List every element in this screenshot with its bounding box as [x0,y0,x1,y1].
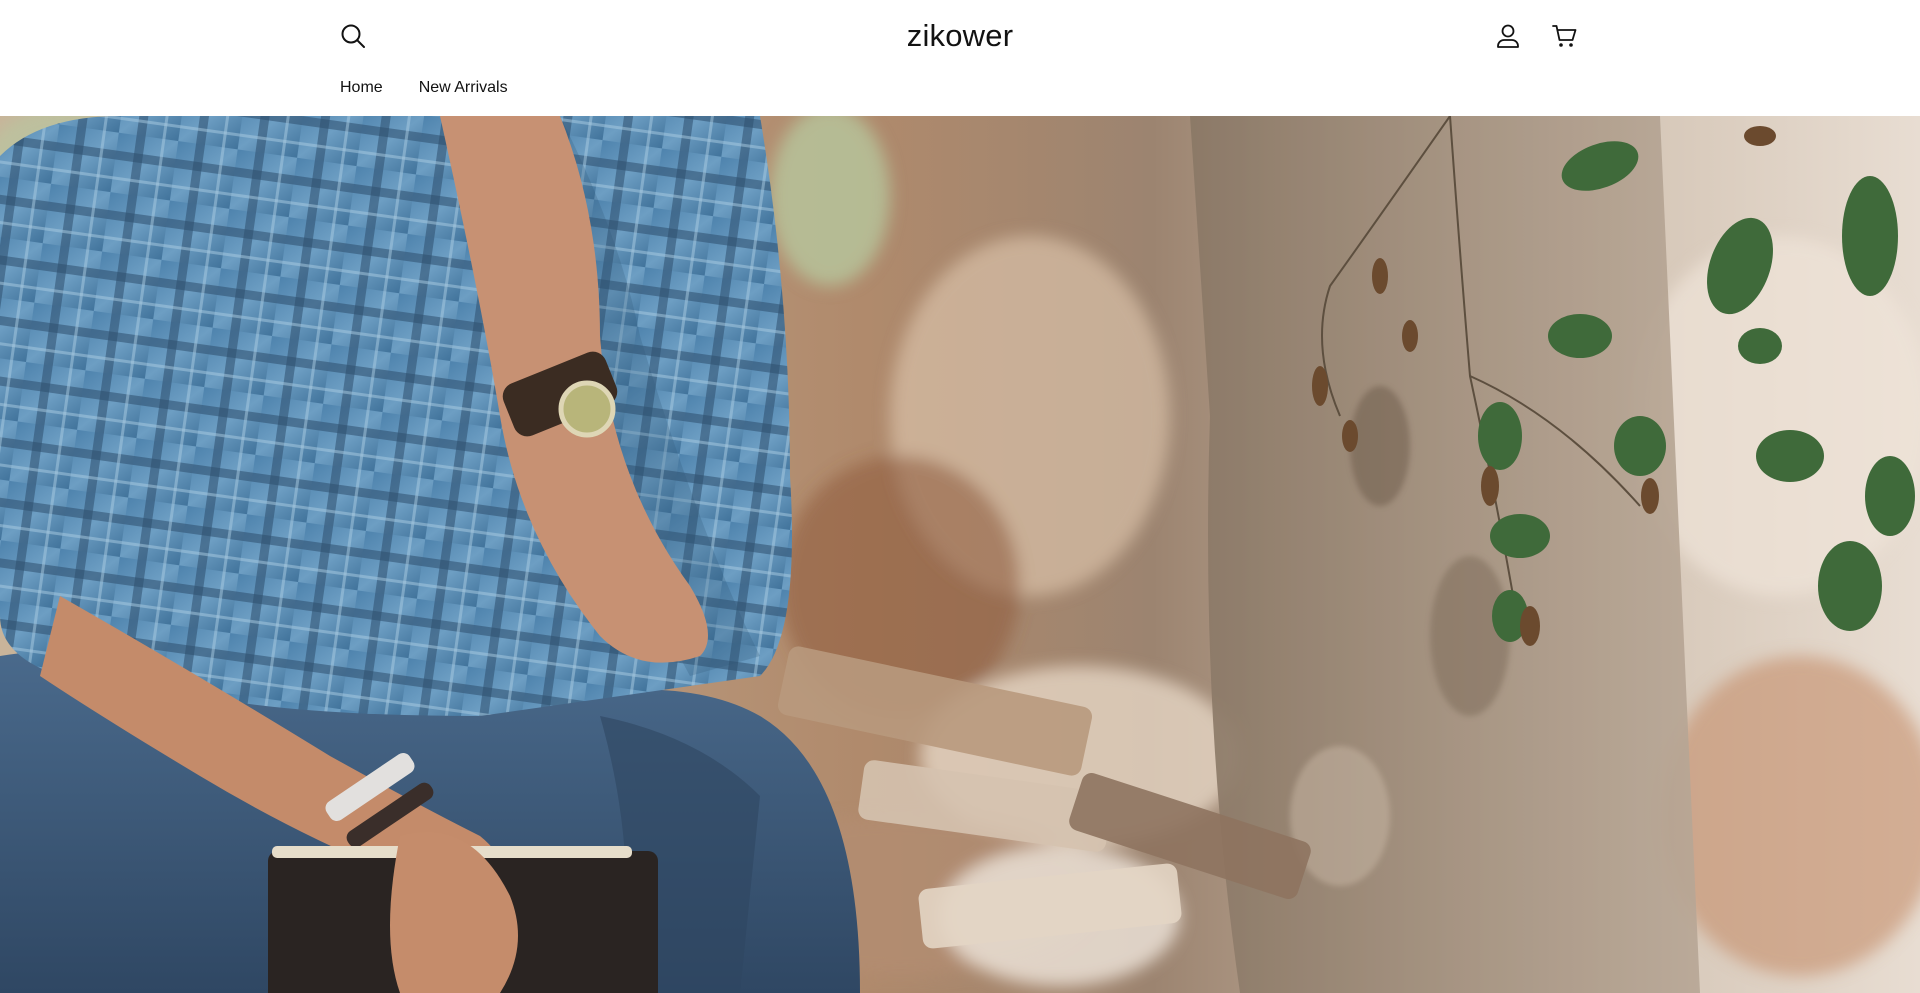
search-icon [341,24,365,48]
store-logo[interactable]: zikower [760,14,1160,58]
site-header: zikower Home New Arrivals [0,0,1920,116]
nav-item-home[interactable]: Home [330,74,393,102]
hero-image [0,116,1920,993]
main-nav: Home New Arrivals [330,74,534,102]
nav-item-new-arrivals[interactable]: New Arrivals [409,74,518,102]
cart-button[interactable] [1543,14,1587,58]
search-button[interactable] [331,14,375,58]
hero-banner [0,116,1920,993]
account-icon [1497,24,1519,48]
header-top-row: zikower [0,0,1920,72]
account-button[interactable] [1486,14,1530,58]
cart-icon [1552,25,1577,47]
